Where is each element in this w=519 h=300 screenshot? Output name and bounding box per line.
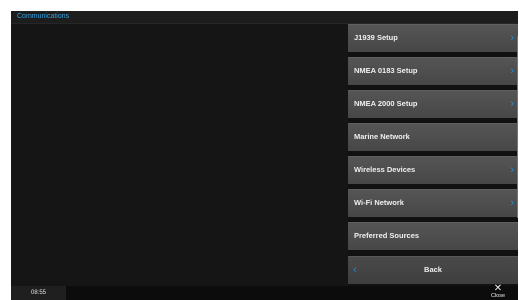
menu-item-label: Wi-Fi Network — [354, 198, 404, 207]
menu-item-label: J1939 Setup — [354, 33, 398, 42]
window-title: Communications — [17, 13, 70, 20]
clock[interactable]: 08:55 — [11, 286, 66, 300]
scroll-indicator[interactable] — [517, 36, 518, 218]
chevron-right-icon: › — [510, 98, 514, 110]
menu-item-wifi-network[interactable]: Wi-Fi Network › — [348, 189, 518, 217]
menu-item-label: NMEA 0183 Setup — [354, 66, 418, 75]
menu-item-nmea-2000-setup[interactable]: NMEA 2000 Setup › — [348, 90, 518, 118]
chevron-right-icon: › — [510, 164, 514, 176]
menu-item-label: Marine Network — [354, 132, 410, 141]
close-label: Close — [490, 293, 506, 299]
menu-item-label: Wireless Devices — [354, 165, 416, 174]
time-display: 08:55 — [30, 290, 46, 296]
title-bar: Communications — [11, 11, 518, 24]
back-label: Back — [424, 265, 442, 274]
chevron-right-icon: › — [510, 65, 514, 77]
app-window: Communications J1939 Setup › NMEA 0183 S… — [11, 11, 518, 300]
chevron-right-icon: › — [510, 32, 514, 44]
menu-item-label: Preferred Sources — [354, 231, 420, 240]
back-button[interactable]: ‹ Back — [348, 256, 518, 284]
menu-item-marine-network[interactable]: Marine Network — [348, 123, 518, 151]
close-button[interactable]: ✕ Close — [478, 284, 518, 300]
menu-item-label: NMEA 2000 Setup — [354, 99, 418, 108]
menu-item-wireless-devices[interactable]: Wireless Devices › — [348, 156, 518, 184]
menu-item-preferred-sources[interactable]: Preferred Sources — [348, 222, 518, 250]
status-bar: 08:55 ✕ Close — [11, 284, 518, 300]
side-menu: J1939 Setup › NMEA 0183 Setup › NMEA 200… — [348, 24, 518, 286]
chevron-right-icon: › — [510, 197, 514, 209]
menu-item-nmea-0183-setup[interactable]: NMEA 0183 Setup › — [348, 57, 518, 85]
menu-item-j1939-setup[interactable]: J1939 Setup › — [348, 24, 518, 52]
